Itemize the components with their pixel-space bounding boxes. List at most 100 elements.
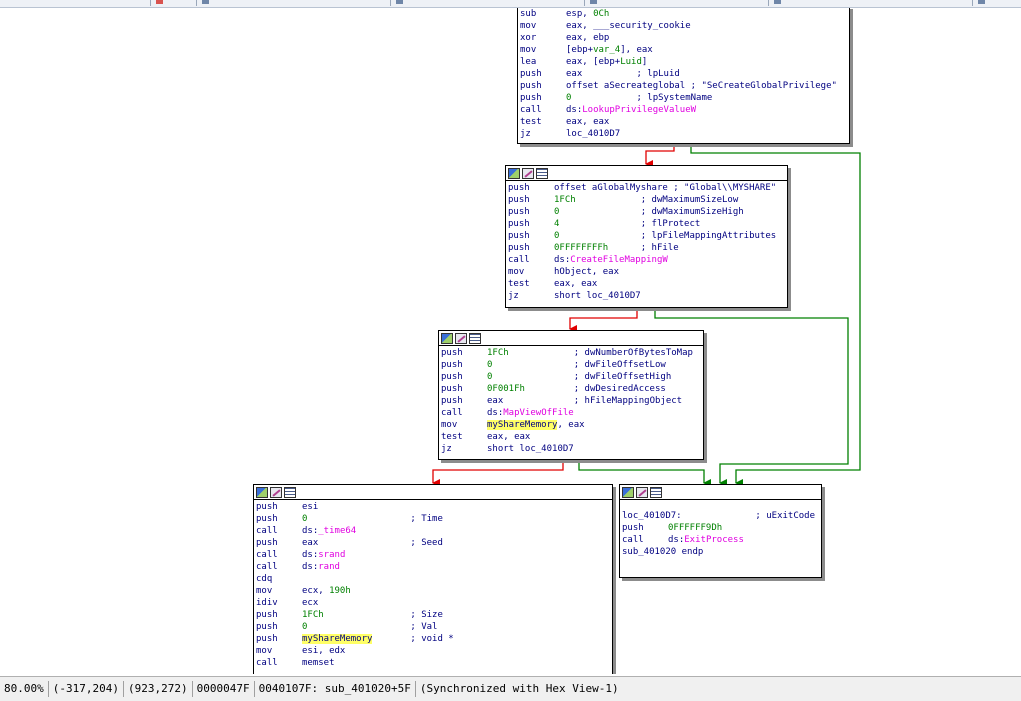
highlighted-operand[interactable]: myShareMemory: [302, 634, 373, 644]
instruction-row[interactable]: push esi: [256, 501, 610, 513]
code-block-memset[interactable]: push esi push 0 ; Time call ds:_time64 push eax…: [253, 484, 613, 674]
instruction-row[interactable]: xor eax, ebp: [520, 32, 847, 44]
instruction-row[interactable]: call ds:MapViewOfFile: [441, 407, 701, 419]
tab-structures[interactable]: [390, 0, 581, 6]
operand-part: srand: [318, 550, 346, 560]
operand-part: ds:: [302, 526, 319, 536]
instruction-row[interactable]: push 0 ; lpFileMappingAttributes: [508, 230, 785, 242]
instruction-row[interactable]: call ds:LookupPrivilegeValueW: [520, 104, 847, 116]
node-body: sub esp, 0Ch mov eax, ___security_cookie xor…: [518, 8, 849, 141]
code-block-file-mapping[interactable]: push offset aGlobalMyshare ; "Global\\MYS…: [505, 165, 788, 308]
instruction-row[interactable]: push eax ; hFileMappingObject: [441, 395, 701, 407]
operand-part: ds:: [487, 408, 504, 418]
instruction-row[interactable]: push offset aGlobalMyshare ; "Global\\MYS…: [508, 182, 785, 194]
instruction-row[interactable]: push eax ; Seed: [256, 537, 610, 549]
comment: ; Time: [307, 514, 443, 524]
instruction-row[interactable]: push 1FCh ; Size: [256, 609, 610, 621]
code-block-exit[interactable]: loc_4010D7: ; uExitCode push 0FFFFFF9Dh ca…: [619, 484, 822, 578]
zoom-level: 80.00%: [0, 681, 49, 697]
instruction-row[interactable]: push 0 ; dwFileOffsetLow: [441, 359, 701, 371]
rename-node-icon[interactable]: [455, 332, 467, 344]
instruction-row[interactable]: push 0 ; dwMaximumSizeHigh: [508, 206, 785, 218]
instruction-row[interactable]: test eax, eax: [520, 116, 847, 128]
tab-hex-view[interactable]: [196, 0, 387, 6]
graph-color-icon[interactable]: [622, 486, 634, 498]
instruction-row[interactable]: mov eax, ___security_cookie: [520, 20, 847, 32]
instruction-row[interactable]: mov hObject, eax: [508, 266, 785, 278]
graph-color-icon[interactable]: [441, 332, 453, 344]
tab-imports[interactable]: [768, 0, 969, 6]
instruction-row[interactable]: push 0 ; dwFileOffsetHigh: [441, 371, 701, 383]
code-block-map-view[interactable]: push 1FCh ; dwNumberOfBytesToMap push 0 ; d…: [438, 330, 704, 460]
comment: ; hFile: [608, 243, 679, 253]
edge-false-n3-n4: [432, 458, 564, 487]
mnemonic: push: [508, 231, 530, 241]
graph-color-icon[interactable]: [256, 486, 268, 498]
rename-node-icon[interactable]: [522, 167, 534, 179]
instruction-row[interactable]: push 4 ; flProtect: [508, 218, 785, 230]
instruction-row[interactable]: idiv ecx: [256, 597, 610, 609]
mnemonic: push: [508, 183, 530, 193]
tab-ida-view[interactable]: [150, 0, 193, 6]
instruction-row[interactable]: push 0 ; lpSystemName: [520, 92, 847, 104]
instruction-row[interactable]: push eax ; lpLuid: [520, 68, 847, 80]
graph-view[interactable]: sub esp, 0Ch mov eax, ___security_cookie xor…: [0, 8, 1021, 674]
group-nodes-icon[interactable]: [284, 486, 296, 498]
mnemonic: mov: [520, 21, 537, 31]
instruction-row[interactable]: cdq: [256, 573, 610, 585]
instruction-row[interactable]: call ds:srand: [256, 549, 610, 561]
mnemonic: push: [441, 396, 463, 406]
code-block-privilege[interactable]: sub esp, 0Ch mov eax, ___security_cookie xor…: [517, 8, 850, 144]
tab-exports[interactable]: [972, 0, 1021, 6]
instruction-row[interactable]: push 0FFFFFF9Dh: [622, 522, 819, 534]
instruction-row[interactable]: push offset aSecreateglobal ; "SeCreateGl…: [520, 80, 847, 92]
instruction-row[interactable]: lea eax, [ebp+Luid]: [520, 56, 847, 68]
mnemonic: test: [508, 279, 530, 289]
mnemonic: call: [256, 526, 278, 536]
instruction-row[interactable]: sub esp, 0Ch: [520, 8, 847, 20]
instruction-row[interactable]: call ds:_time64: [256, 525, 610, 537]
mnemonic: push: [256, 514, 278, 524]
instruction-row[interactable]: mov [ebp+var_4], eax: [520, 44, 847, 56]
node-body: push 1FCh ; dwNumberOfBytesToMap push 0 ; d…: [439, 346, 703, 456]
instruction-row[interactable]: push 0 ; Val: [256, 621, 610, 633]
instruction-row[interactable]: jz short loc_4010D7: [508, 290, 785, 302]
operands: eax, ebp: [566, 32, 609, 44]
instruction-row[interactable]: call ds:ExitProcess: [622, 534, 819, 546]
mnemonic: mov: [441, 420, 458, 430]
instruction-row[interactable]: call ds:rand: [256, 561, 610, 573]
rename-node-icon[interactable]: [636, 486, 648, 498]
instruction-row[interactable]: push 1FCh ; dwMaximumSizeLow: [508, 194, 785, 206]
operand-part: 0FFFFFF9Dh: [668, 523, 723, 533]
instruction-row[interactable]: test eax, eax: [508, 278, 785, 290]
operands: ecx: [302, 597, 318, 609]
group-nodes-icon[interactable]: [536, 167, 548, 179]
instruction-row[interactable]: push myShareMemory ; void *: [256, 633, 610, 645]
highlighted-operand[interactable]: myShareMemory: [487, 420, 558, 430]
instruction-row[interactable]: jz loc_4010D7: [520, 128, 847, 140]
operand-part: hObject, eax: [554, 267, 620, 277]
rename-node-icon[interactable]: [270, 486, 282, 498]
instruction-row[interactable]: mov myShareMemory, eax: [441, 419, 701, 431]
instruction-row[interactable]: test eax, eax: [441, 431, 701, 443]
instruction-row[interactable]: push 0 ; Time: [256, 513, 610, 525]
instruction-row[interactable]: call ds:CreateFileMappingW: [508, 254, 785, 266]
instruction-row[interactable]: push 1FCh ; dwNumberOfBytesToMap: [441, 347, 701, 359]
operands: short loc_4010D7: [487, 443, 574, 455]
instruction-row[interactable]: push 0F001Fh ; dwDesiredAccess: [441, 383, 701, 395]
graph-color-icon[interactable]: [508, 167, 520, 179]
group-nodes-icon[interactable]: [650, 486, 662, 498]
mnemonic: push: [508, 195, 530, 205]
instruction-row[interactable]: mov ecx, 190h: [256, 585, 610, 597]
operand-part: 190h: [329, 586, 351, 596]
operands: eax, eax: [554, 278, 597, 290]
mnemonic: push: [441, 348, 463, 358]
block-label[interactable]: loc_4010D7:: [622, 510, 682, 522]
instruction-row[interactable]: call memset: [256, 657, 610, 669]
instruction-row[interactable]: jz short loc_4010D7: [441, 443, 701, 455]
instruction-row[interactable]: mov esi, edx: [256, 645, 610, 657]
instruction-row[interactable]: push 0FFFFFFFFh ; hFile: [508, 242, 785, 254]
group-nodes-icon[interactable]: [469, 332, 481, 344]
comment: ; Seed: [318, 538, 443, 548]
tab-enums[interactable]: [584, 0, 765, 6]
